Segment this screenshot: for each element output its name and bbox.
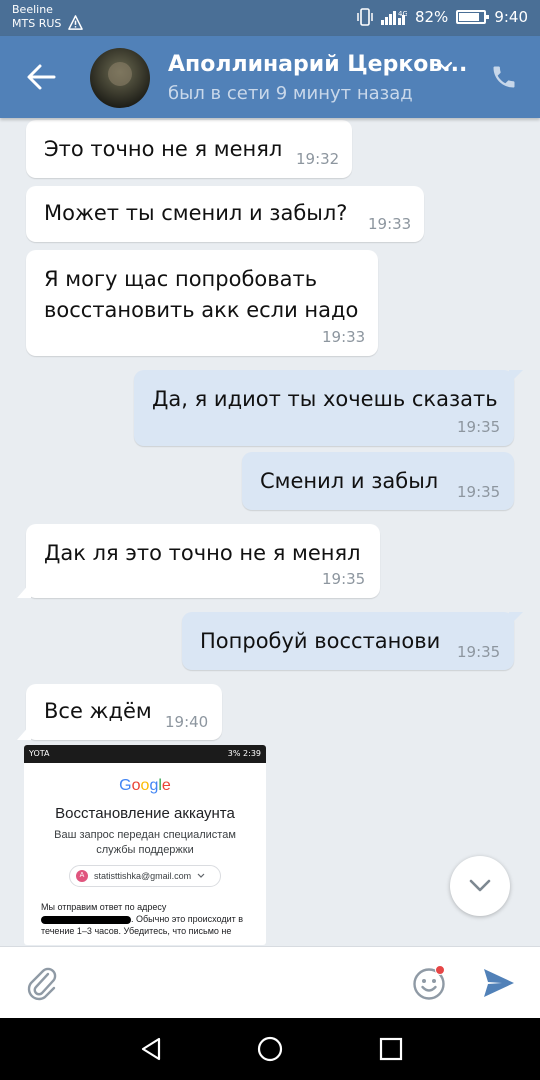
google-logo-letter: g [149, 777, 159, 794]
back-arrow-icon[interactable] [26, 63, 56, 91]
note-line: Мы отправим ответ по адресу [41, 902, 167, 912]
bubble-tail [509, 370, 523, 384]
message-incoming[interactable]: Дак ля это точно не я менял 19:35 [17, 524, 380, 598]
bubble-tail [509, 612, 523, 626]
bubble-tail [17, 724, 31, 740]
chevron-down-icon [197, 873, 205, 878]
message-text-line: восстановить акк если надо [44, 298, 359, 322]
message-incoming[interactable]: Все ждём 19:40 [17, 684, 222, 740]
warning-icon [68, 15, 83, 30]
message-text: Да, я идиот ты хочешь сказать [152, 387, 498, 411]
chevron-down-icon[interactable] [437, 60, 453, 72]
google-logo-letter: e [161, 777, 171, 794]
message-time: 19:35 [457, 483, 501, 501]
note-line: . Обычно это происходит в [41, 913, 251, 925]
message-text: Это точно не я менял [44, 137, 283, 161]
account-email: statisttishka@gmail.com [94, 871, 192, 881]
message-incoming[interactable]: Я могу щас попробовать восстановить акк … [26, 250, 378, 356]
attachment-status-right: 3% 2:39 [227, 749, 261, 758]
message-text-line: Я могу щас попробовать [44, 267, 318, 291]
avatar[interactable] [90, 48, 150, 108]
status-bar: Beeline MTS RUS 4G 82% 9:40 [0, 0, 540, 36]
phone-icon[interactable] [490, 63, 518, 91]
image-attachment[interactable]: YOTA 3% 2:39 Google Восстановление аккау… [24, 745, 266, 945]
battery-percent: 82% [414, 8, 449, 26]
message-time: 19:35 [457, 418, 501, 436]
bubble-tail [17, 582, 31, 598]
message-composer [0, 946, 540, 1018]
message-time: 19:40 [165, 713, 209, 731]
message-time: 19:32 [296, 150, 340, 168]
battery-fill [459, 13, 479, 21]
message-outgoing[interactable]: Да, я идиот ты хочешь сказать 19:35 [134, 370, 523, 446]
google-logo-letter: G [119, 777, 132, 794]
message-outgoing[interactable]: Сменил и забыл 19:35 [242, 452, 514, 510]
redaction-mark [41, 915, 131, 924]
carrier-secondary: MTS RUS [12, 17, 62, 30]
attach-icon[interactable] [26, 965, 58, 1001]
message-outgoing[interactable]: Попробуй восстанови 19:35 [182, 612, 523, 670]
message-text: Сменил и забыл [260, 469, 439, 493]
send-icon[interactable] [482, 967, 516, 999]
notification-dot [435, 965, 445, 975]
attachment-subtitle: Ваш запрос передан специалистам службы п… [54, 829, 236, 856]
system-nav-bar [0, 1018, 540, 1080]
scroll-down-button[interactable] [450, 856, 510, 916]
nav-recents-icon[interactable] [378, 1036, 404, 1062]
message-incoming[interactable]: Это точно не я менял 19:32 [26, 120, 352, 178]
account-avatar: A [76, 870, 88, 882]
message-text: Дак ля это точно не я менял [44, 541, 361, 565]
attachment-status-bar: YOTA 3% 2:39 [24, 745, 266, 763]
clock: 9:40 [494, 8, 528, 26]
scroll-down-icon [469, 879, 491, 892]
attachment-title: Восстановление аккаунта [55, 805, 235, 822]
attachment-note: Мы отправим ответ по адресу . Обычно это… [41, 901, 251, 937]
google-logo: Google [24, 777, 266, 795]
message-time: 19:35 [457, 643, 501, 661]
last-seen-status: был в сети 9 минут назад [168, 83, 413, 104]
carrier-info: Beeline MTS RUS [12, 3, 61, 31]
contact-name[interactable]: Аполлинарий Церков... [168, 52, 467, 77]
google-logo-letter: o [131, 777, 141, 794]
message-incoming[interactable]: Может ты сменил и забыл? 19:33 [26, 186, 424, 242]
battery-icon [456, 10, 490, 24]
message-input[interactable] [80, 963, 390, 1003]
message-text: Может ты сменил и забыл? [44, 201, 348, 225]
message-text: Попробуй восстанови [200, 629, 441, 653]
nav-back-icon[interactable] [138, 1036, 164, 1062]
message-time: 19:33 [322, 328, 366, 346]
nav-home-icon[interactable] [257, 1036, 283, 1062]
signal-icon: 4G [380, 10, 407, 25]
vibrate-icon [357, 8, 373, 26]
status-right: 4G 82% 9:40 [357, 8, 528, 26]
note-line: течение 1–3 часов. Убедитесь, что письмо… [41, 926, 232, 936]
chat-header: Аполлинарий Церков... был в сети 9 минут… [0, 36, 540, 118]
account-chip: A statisttishka@gmail.com [69, 865, 221, 887]
carrier-primary: Beeline [12, 3, 53, 16]
message-time: 19:33 [368, 215, 412, 233]
message-time: 19:35 [322, 570, 366, 588]
attachment-carrier: YOTA [29, 749, 50, 758]
message-text: Все ждём [44, 699, 152, 723]
